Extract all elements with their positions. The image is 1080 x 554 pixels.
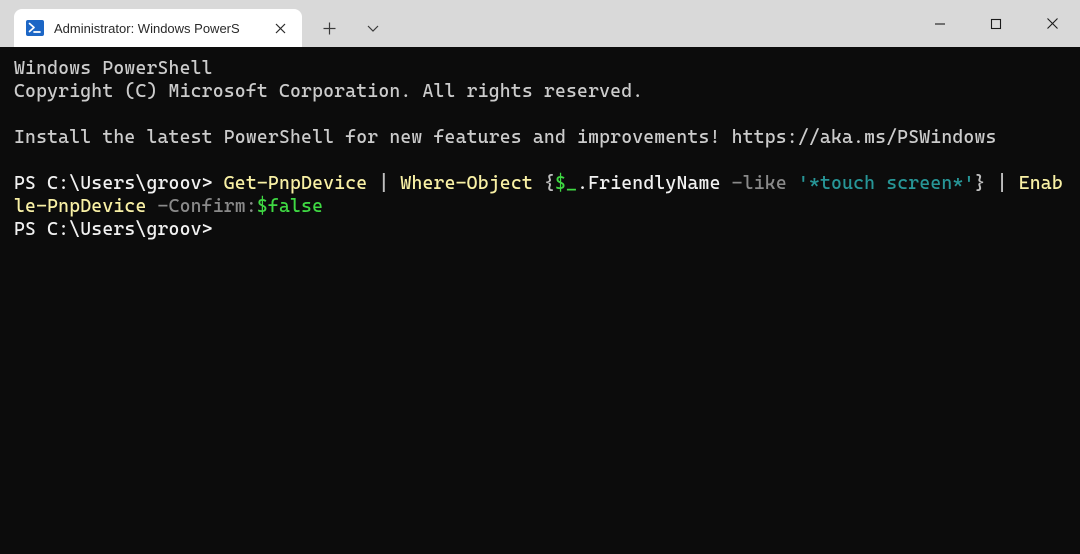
window: Administrator: Windows PowerS — [0, 0, 1080, 554]
plus-icon — [323, 22, 336, 35]
chevron-down-icon — [366, 21, 380, 35]
string-token: '*touch screen*' — [798, 173, 975, 194]
powershell-icon — [26, 19, 44, 37]
property-token: .FriendlyName — [577, 173, 721, 194]
minimize-button[interactable] — [912, 0, 968, 47]
operator-token: -like — [721, 173, 798, 194]
close-icon — [1046, 17, 1059, 30]
maximize-button[interactable] — [968, 0, 1024, 47]
minimize-icon — [934, 18, 946, 30]
titlebar: Administrator: Windows PowerS — [0, 0, 1080, 47]
tab-title: Administrator: Windows PowerS — [54, 21, 258, 36]
pipe-token: | — [367, 173, 400, 194]
tab-actions — [302, 0, 392, 47]
close-window-button[interactable] — [1024, 0, 1080, 47]
tab-dropdown-button[interactable] — [354, 9, 392, 47]
tab-active[interactable]: Administrator: Windows PowerS — [14, 9, 302, 47]
new-tab-button[interactable] — [310, 9, 348, 47]
variable-token: $_ — [555, 173, 577, 194]
terminal-content[interactable]: Windows PowerShell Copyright (C) Microso… — [0, 47, 1080, 554]
titlebar-drag-region[interactable] — [392, 0, 912, 47]
cmdlet-token: Where-Object — [400, 173, 532, 194]
window-controls — [912, 0, 1080, 47]
banner-text: Copyright (C) Microsoft Corporation. All… — [14, 81, 643, 102]
brace-token: { — [533, 173, 555, 194]
tab-close-button[interactable] — [268, 16, 292, 40]
maximize-icon — [990, 18, 1002, 30]
close-icon — [275, 23, 286, 34]
cmdlet-token: Get-PnpDevice — [224, 173, 368, 194]
banner-text: Windows PowerShell — [14, 58, 213, 79]
pipe-token: | — [986, 173, 1019, 194]
prompt-text: PS C:\Users\groov> — [14, 219, 213, 240]
banner-text: Install the latest PowerShell for new fe… — [14, 127, 997, 148]
bool-token: $false — [257, 196, 323, 217]
prompt-text: PS C:\Users\groov> — [14, 173, 224, 194]
brace-token: } — [975, 173, 986, 194]
parameter-token: -Confirm: — [146, 196, 256, 217]
